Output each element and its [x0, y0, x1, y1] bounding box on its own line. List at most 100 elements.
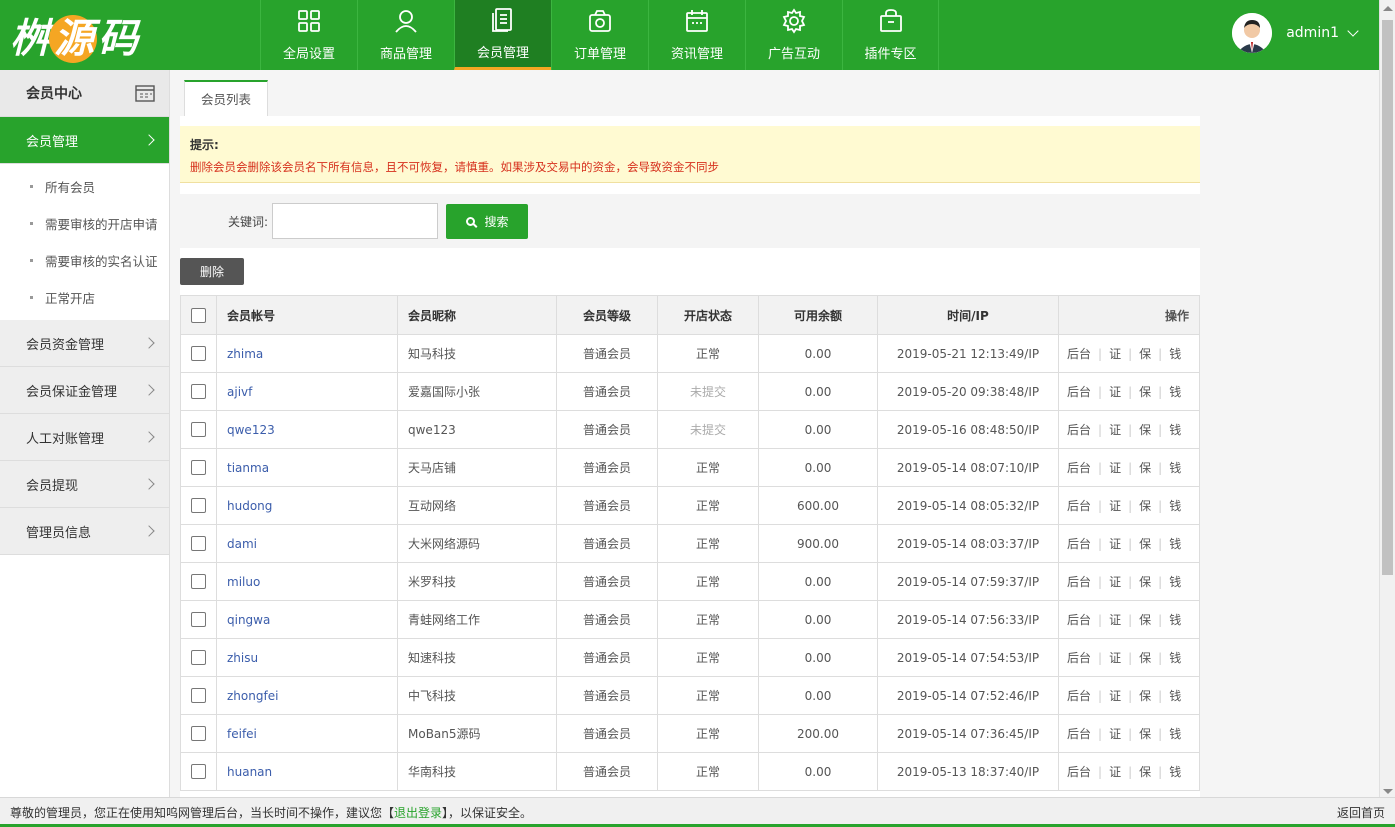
action-0[interactable]: 后台	[1067, 537, 1091, 551]
account-link[interactable]: dami	[227, 537, 257, 551]
action-1[interactable]: 证	[1109, 423, 1121, 437]
account-link[interactable]: miluo	[227, 575, 260, 589]
row-checkbox[interactable]	[191, 346, 206, 361]
row-checkbox[interactable]	[191, 612, 206, 627]
vertical-scrollbar[interactable]	[1379, 0, 1395, 800]
action-0[interactable]: 后台	[1067, 385, 1091, 399]
action-0[interactable]: 后台	[1067, 765, 1091, 779]
nav-item-1[interactable]: 商品管理	[357, 0, 454, 70]
action-3[interactable]: 钱	[1169, 689, 1181, 703]
sidebar-item-4[interactable]: 管理员信息	[0, 508, 169, 555]
sidebar-item-member-management[interactable]: 会员管理	[0, 117, 169, 164]
account-link[interactable]: qingwa	[227, 613, 270, 627]
action-3[interactable]: 钱	[1169, 613, 1181, 627]
action-1[interactable]: 证	[1109, 347, 1121, 361]
account-link[interactable]: huanan	[227, 765, 272, 779]
action-0[interactable]: 后台	[1067, 651, 1091, 665]
action-3[interactable]: 钱	[1169, 423, 1181, 437]
account-link[interactable]: qwe123	[227, 423, 275, 437]
action-2[interactable]: 保	[1139, 689, 1151, 703]
row-checkbox[interactable]	[191, 422, 206, 437]
action-2[interactable]: 保	[1139, 613, 1151, 627]
action-1[interactable]: 证	[1109, 613, 1121, 627]
row-checkbox[interactable]	[191, 764, 206, 779]
header-shop-status[interactable]: 开店状态	[657, 295, 759, 335]
row-checkbox[interactable]	[191, 650, 206, 665]
action-2[interactable]: 保	[1139, 765, 1151, 779]
action-3[interactable]: 钱	[1169, 537, 1181, 551]
action-0[interactable]: 后台	[1067, 499, 1091, 513]
row-checkbox[interactable]	[191, 726, 206, 741]
delete-button[interactable]: 删除	[180, 258, 244, 285]
row-checkbox[interactable]	[191, 498, 206, 513]
action-1[interactable]: 证	[1109, 765, 1121, 779]
user-menu[interactable]: admin1	[1232, 13, 1359, 53]
action-2[interactable]: 保	[1139, 651, 1151, 665]
sidebar-item-3[interactable]: 会员提现	[0, 461, 169, 508]
action-1[interactable]: 证	[1109, 461, 1121, 475]
action-2[interactable]: 保	[1139, 423, 1151, 437]
action-0[interactable]: 后台	[1067, 613, 1091, 627]
nav-item-5[interactable]: 广告互动	[745, 0, 842, 70]
scroll-thumb[interactable]	[1382, 20, 1393, 575]
action-3[interactable]: 钱	[1169, 765, 1181, 779]
nav-item-0[interactable]: 全局设置	[260, 0, 357, 70]
action-0[interactable]: 后台	[1067, 423, 1091, 437]
action-2[interactable]: 保	[1139, 347, 1151, 361]
action-1[interactable]: 证	[1109, 689, 1121, 703]
logo[interactable]: 桝源码	[0, 0, 262, 70]
account-link[interactable]: tianma	[227, 461, 269, 475]
account-link[interactable]: hudong	[227, 499, 272, 513]
action-2[interactable]: 保	[1139, 461, 1151, 475]
chevron-down-icon[interactable]	[1347, 25, 1359, 37]
action-3[interactable]: 钱	[1169, 499, 1181, 513]
action-0[interactable]: 后台	[1067, 347, 1091, 361]
action-2[interactable]: 保	[1139, 575, 1151, 589]
action-1[interactable]: 证	[1109, 537, 1121, 551]
scroll-up-arrow[interactable]	[1383, 6, 1393, 11]
search-button[interactable]: 搜索	[446, 203, 529, 239]
header-nickname[interactable]: 会员昵称	[397, 295, 557, 335]
nav-item-3[interactable]: 订单管理	[551, 0, 648, 70]
select-all-checkbox[interactable]	[191, 307, 206, 323]
action-0[interactable]: 后台	[1067, 575, 1091, 589]
action-1[interactable]: 证	[1109, 499, 1121, 513]
row-checkbox[interactable]	[191, 460, 206, 475]
account-link[interactable]: ajivf	[227, 385, 252, 399]
action-3[interactable]: 钱	[1169, 575, 1181, 589]
row-checkbox[interactable]	[191, 574, 206, 589]
action-0[interactable]: 后台	[1067, 727, 1091, 741]
action-2[interactable]: 保	[1139, 385, 1151, 399]
action-1[interactable]: 证	[1109, 727, 1121, 741]
header-time-ip[interactable]: 时间/IP	[877, 295, 1059, 335]
action-3[interactable]: 钱	[1169, 651, 1181, 665]
action-0[interactable]: 后台	[1067, 461, 1091, 475]
action-2[interactable]: 保	[1139, 499, 1151, 513]
nav-item-4[interactable]: 资讯管理	[648, 0, 745, 70]
row-checkbox[interactable]	[191, 384, 206, 399]
header-account[interactable]: 会员帐号	[216, 295, 398, 335]
sidebar-subitem-0[interactable]: 所有会员	[0, 168, 169, 205]
tab-member-list[interactable]: 会员列表	[184, 80, 269, 117]
action-0[interactable]: 后台	[1067, 689, 1091, 703]
sidebar-subitem-2[interactable]: 需要审核的实名认证	[0, 242, 169, 279]
scroll-down-arrow[interactable]	[1383, 789, 1393, 794]
logout-link[interactable]: 退出登录	[394, 806, 442, 820]
row-checkbox[interactable]	[191, 536, 206, 551]
action-3[interactable]: 钱	[1169, 385, 1181, 399]
nav-item-2[interactable]: 会员管理	[454, 0, 551, 70]
sidebar-item-0[interactable]: 会员资金管理	[0, 320, 169, 367]
action-1[interactable]: 证	[1109, 575, 1121, 589]
action-1[interactable]: 证	[1109, 385, 1121, 399]
keyword-input[interactable]	[272, 203, 439, 239]
home-link[interactable]: 返回首页	[1337, 804, 1385, 821]
header-balance[interactable]: 可用余额	[758, 295, 878, 335]
nav-item-6[interactable]: 插件专区	[842, 0, 939, 70]
account-link[interactable]: zhima	[227, 347, 263, 361]
sidebar-subitem-1[interactable]: 需要审核的开店申请	[0, 205, 169, 242]
action-1[interactable]: 证	[1109, 651, 1121, 665]
calendar-icon[interactable]	[135, 84, 155, 102]
action-3[interactable]: 钱	[1169, 461, 1181, 475]
action-2[interactable]: 保	[1139, 727, 1151, 741]
sidebar-item-1[interactable]: 会员保证金管理	[0, 367, 169, 414]
